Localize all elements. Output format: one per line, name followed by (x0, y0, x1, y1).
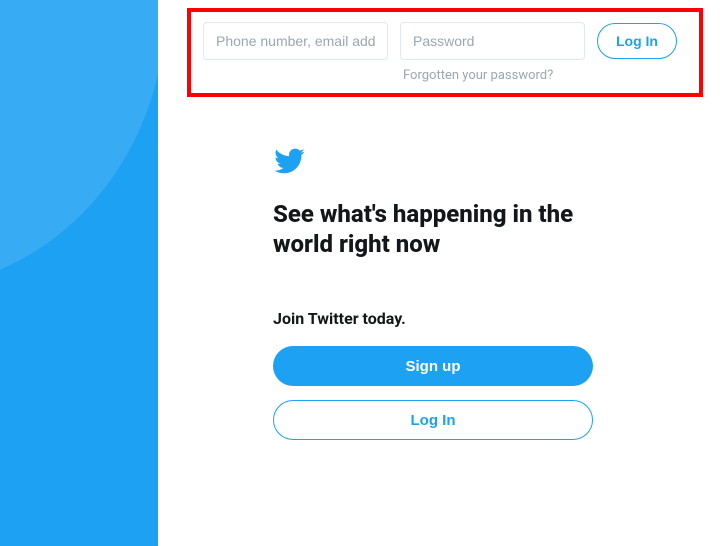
left-brand-panel (0, 0, 158, 546)
password-input[interactable] (400, 22, 585, 60)
headline: See what's happening in the world right … (273, 199, 598, 259)
twitter-bird-icon (273, 145, 305, 177)
content-block: See what's happening in the world right … (273, 145, 598, 454)
top-login-bar: Log In Forgotten your password? (187, 8, 703, 97)
join-text: Join Twitter today. (273, 309, 598, 328)
signup-button[interactable]: Sign up (273, 346, 593, 386)
top-login-button[interactable]: Log In (597, 23, 677, 59)
forgot-password-link[interactable]: Forgotten your password? (403, 68, 553, 83)
login-button[interactable]: Log In (273, 400, 593, 440)
twitter-bird-icon (0, 0, 158, 350)
username-input[interactable] (203, 22, 388, 60)
